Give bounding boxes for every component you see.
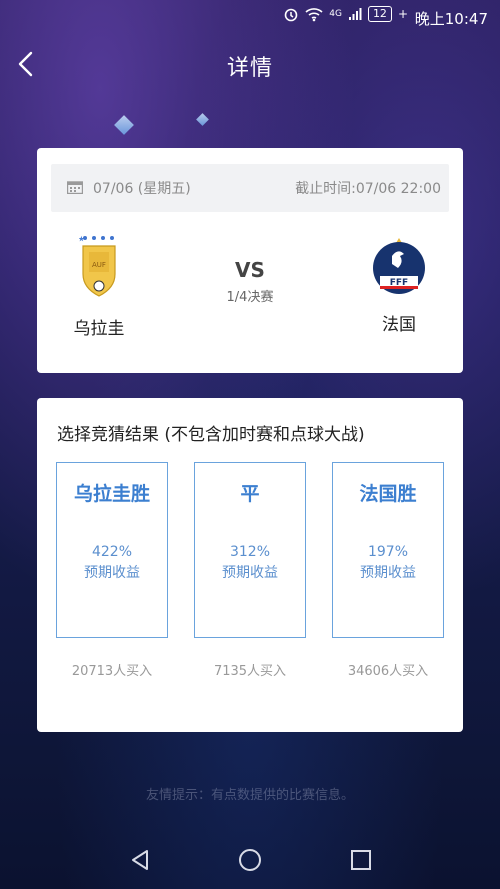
option-name: 平 bbox=[240, 483, 260, 505]
bet-option-away-win[interactable]: 法国胜 197% 预期收益 bbox=[332, 462, 444, 638]
battery-level: 12 bbox=[367, 6, 392, 22]
option-rate-label: 预期收益 bbox=[360, 565, 416, 581]
option-buyers: 7135人买入 bbox=[213, 664, 287, 679]
status-icons: 4G 12 + bbox=[283, 6, 408, 22]
option-buyers: 34606人买入 bbox=[347, 664, 429, 679]
option-rate-label: 预期收益 bbox=[84, 565, 140, 581]
charging-icon: + bbox=[397, 7, 408, 21]
bet-card: 选择竞猜结果 (不包含加时赛和点球大战) 乌拉圭胜 422% 预期收益 2071… bbox=[37, 398, 463, 732]
status-bar: 4G 12 + 晚上10:47 bbox=[0, 0, 500, 34]
alarm-icon bbox=[284, 8, 298, 22]
france-crest-icon: FFF bbox=[373, 238, 425, 294]
bet-option-draw[interactable]: 平 312% 预期收益 bbox=[194, 462, 306, 638]
friendly-tip: 友情提示：有点数提供的比赛信息。 bbox=[145, 788, 354, 803]
calendar-icon bbox=[67, 181, 83, 194]
page-title: 详情 bbox=[226, 56, 273, 81]
match-deadline: 截止时间:07/06 22:00 bbox=[295, 181, 441, 197]
match-date: 07/06 (星期五) bbox=[93, 181, 191, 197]
option-rate-label: 预期收益 bbox=[222, 565, 278, 581]
nav-home-icon[interactable] bbox=[238, 848, 262, 872]
option-name: 乌拉圭胜 bbox=[73, 483, 150, 505]
system-nav-bar bbox=[0, 832, 500, 889]
home-team-name: 乌拉圭 bbox=[73, 319, 125, 339]
match-info-bar: 07/06 (星期五) 截止时间:07/06 22:00 bbox=[51, 164, 449, 212]
bet-section-title: 选择竞猜结果 (不包含加时赛和点球大战) bbox=[57, 425, 365, 445]
decor-star-icon bbox=[196, 113, 209, 126]
clock: 晚上10:47 bbox=[414, 10, 488, 28]
option-rate: 422% bbox=[91, 544, 133, 560]
network-type: 4G bbox=[329, 9, 342, 19]
option-rate: 312% bbox=[229, 544, 271, 560]
option-name: 法国胜 bbox=[359, 483, 417, 505]
away-team-name: 法国 bbox=[382, 315, 416, 335]
svg-text:AUF: AUF bbox=[92, 261, 106, 269]
uruguay-crest-icon: AUF bbox=[78, 235, 116, 297]
match-stage: 1/4决赛 bbox=[226, 290, 274, 305]
decor-star-icon bbox=[114, 115, 134, 135]
nav-recents-icon[interactable] bbox=[349, 848, 373, 872]
signal-icon bbox=[348, 8, 362, 20]
vs-label: VS bbox=[235, 258, 265, 282]
match-versus: VS 1/4决赛 bbox=[200, 258, 300, 305]
away-team: FFF 法国 bbox=[339, 236, 459, 335]
option-buyers: 20713人买入 bbox=[71, 664, 153, 679]
nav-back-icon[interactable] bbox=[128, 848, 152, 872]
bet-option-home-win[interactable]: 乌拉圭胜 422% 预期收益 bbox=[56, 462, 168, 638]
option-rate: 197% bbox=[367, 544, 409, 560]
home-team: AUF 乌拉圭 bbox=[39, 234, 159, 339]
wifi-icon bbox=[305, 8, 323, 22]
match-card: 07/06 (星期五) 截止时间:07/06 22:00 AUF 乌拉圭 VS … bbox=[37, 148, 463, 373]
